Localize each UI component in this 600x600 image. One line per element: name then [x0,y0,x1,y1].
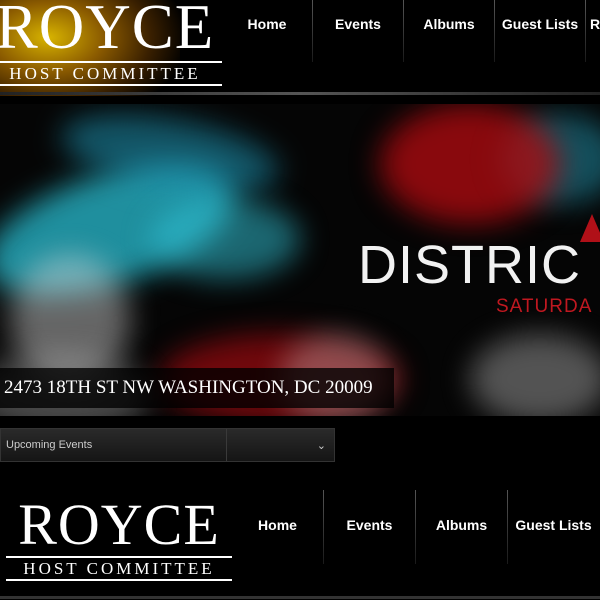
logo-rule [0,84,222,86]
nav-item-events[interactable]: Events [313,0,403,48]
address-bar: 2473 18TH ST NW WASHINGTON, DC 20009 [0,368,394,408]
nav-item-guest-lists[interactable]: Guest Lists [495,0,585,48]
logo-rule [6,579,232,581]
nav-item-cutoff[interactable]: R [586,0,600,48]
events-dropdown[interactable]: Upcoming Events ⌄ [0,428,335,462]
dropdown-toggle[interactable]: ⌄ [227,429,334,461]
address-text: 2473 18TH ST NW WASHINGTON, DC 20009 [4,377,373,398]
event-banner[interactable]: DISTRIC SATURDA 2473 18TH ST NW WASHINGT… [0,104,600,416]
logo-tagline: HOST COMMITTEE [9,64,201,83]
lower-header: ROYCE HOST COMMITTEE Home Events Albums … [0,470,600,600]
lower-nav: Home Events Albums Guest Lists [232,490,599,564]
nav-item-home[interactable]: Home [222,0,312,48]
nav-item-guest-lists[interactable]: Guest Lists [508,490,599,560]
smoke-cyan [150,199,300,279]
site-logo-lower[interactable]: ROYCE HOST COMMITTEE [6,496,232,583]
banner-title: DISTRIC [358,235,581,295]
logo-name: ROYCE [0,0,215,62]
lower-divider [0,596,600,599]
banner-subtitle: SATURDA [496,296,593,317]
dropdown-selected[interactable]: Upcoming Events [1,429,227,461]
logo-tagline: HOST COMMITTEE [23,559,215,578]
main-nav: Home Events Albums Guest Lists R [222,0,600,62]
nav-item-events[interactable]: Events [324,490,415,560]
nav-item-albums[interactable]: Albums [416,490,507,560]
header-divider [0,92,600,95]
logo-name: ROYCE [18,492,220,557]
chevron-down-icon: ⌄ [316,439,326,452]
nav-item-home[interactable]: Home [232,490,323,560]
site-header: ROYCE HOST COMMITTEE Home Events Albums … [0,0,600,96]
site-logo[interactable]: ROYCE HOST COMMITTEE [0,0,222,88]
smoke-red [380,104,560,224]
nav-item-albums[interactable]: Albums [404,0,494,48]
red-accent-shape [580,214,600,242]
smoke-white [470,334,600,416]
